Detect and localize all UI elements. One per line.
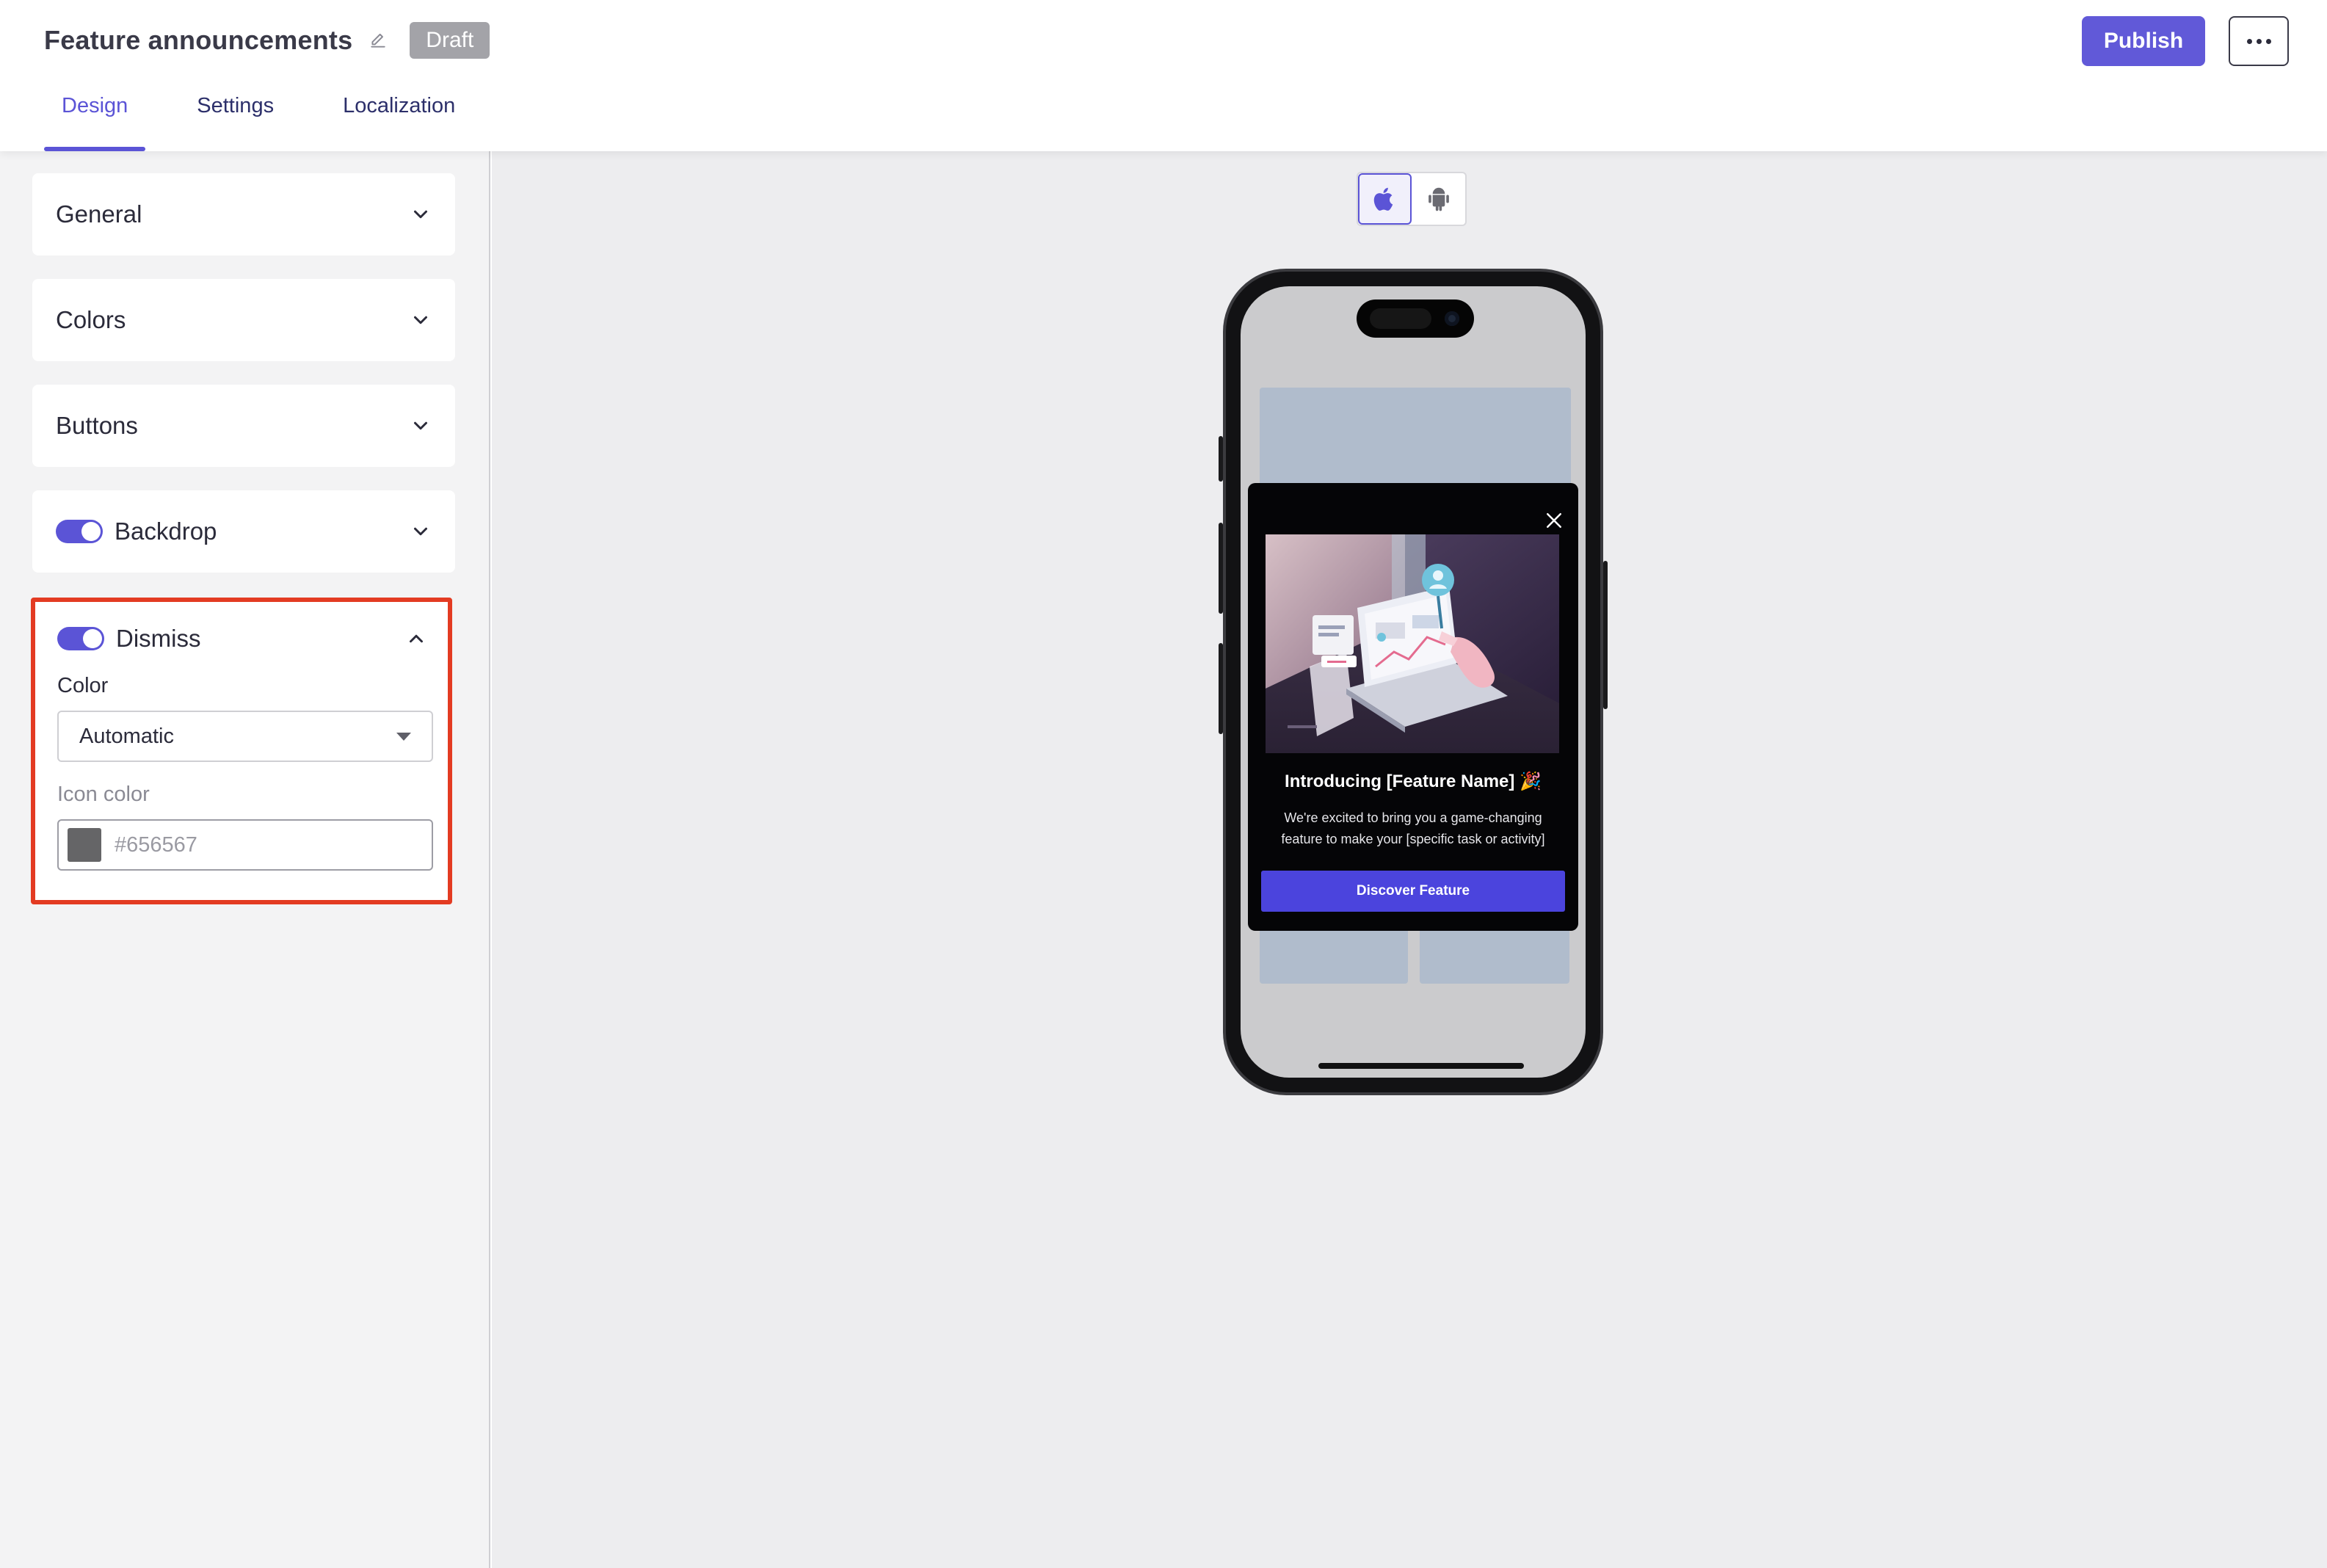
discover-feature-button[interactable]: Discover Feature [1261, 871, 1565, 912]
section-colors: Colors [32, 279, 455, 361]
pencil-icon[interactable] [367, 29, 389, 51]
color-select-value: Automatic [79, 724, 174, 748]
platform-android-button[interactable] [1412, 173, 1465, 225]
tab-bar: Design Settings Localization [44, 87, 507, 151]
placeholder-block [1260, 922, 1408, 984]
chevron-down-icon [414, 421, 427, 430]
top-header: Feature announcements Draft Design Setti… [0, 0, 2327, 151]
modal-body-text: We're excited to bring you a game-changi… [1281, 810, 1545, 846]
section-colors-header[interactable]: Colors [32, 279, 455, 361]
modal-title: Introducing [Feature Name] 🎉 [1285, 772, 1542, 791]
section-colors-label: Colors [56, 306, 126, 333]
feature-illustration [1266, 534, 1559, 753]
section-backdrop: Backdrop [32, 490, 455, 573]
backdrop-toggle[interactable] [56, 520, 103, 543]
more-dot [2256, 38, 2262, 44]
title-row: Feature announcements Draft [44, 22, 490, 59]
chevron-down-icon [414, 316, 427, 324]
section-general-header[interactable]: General [32, 173, 455, 255]
section-backdrop-header[interactable]: Backdrop [32, 490, 455, 573]
chevron-down-icon [414, 210, 427, 219]
android-icon [1428, 187, 1449, 211]
announcement-modal: Introducing [Feature Name] 🎉 We're excit… [1248, 483, 1578, 931]
more-options-button[interactable] [2229, 16, 2289, 66]
phone-side-button [1219, 643, 1223, 734]
section-dismiss-header[interactable]: Dismiss [35, 602, 448, 675]
publish-button[interactable]: Publish [2082, 16, 2205, 66]
section-general-label: General [56, 200, 142, 228]
tab-design[interactable]: Design [44, 87, 146, 151]
placeholder-block [1420, 922, 1569, 984]
more-dot [2265, 38, 2271, 44]
dismiss-toggle[interactable] [57, 627, 104, 650]
section-buttons-header[interactable]: Buttons [32, 385, 455, 467]
color-field-label: Color [57, 674, 109, 697]
dynamic-island [1357, 300, 1474, 338]
tab-localization[interactable]: Localization [325, 87, 473, 151]
section-dismiss-label: Dismiss [116, 625, 201, 652]
tab-settings[interactable]: Settings [179, 87, 291, 151]
chevron-down-icon [414, 527, 427, 536]
section-general: General [32, 173, 455, 255]
section-buttons-label: Buttons [56, 412, 138, 439]
section-dismiss: Dismiss Color Automatic Icon color [31, 598, 452, 904]
phone-side-button [1219, 523, 1223, 614]
status-badge: Draft [410, 22, 490, 59]
caret-down-icon [396, 732, 411, 741]
home-indicator [1318, 1063, 1524, 1069]
section-buttons: Buttons [32, 385, 455, 467]
platform-ios-button[interactable] [1358, 173, 1412, 225]
page-title: Feature announcements [44, 25, 353, 55]
apple-icon [1373, 187, 1393, 211]
design-sidebar: General Colors Buttons Backdrop Dismiss … [0, 151, 490, 1568]
chevron-up-icon [410, 634, 423, 643]
icon-color-input[interactable] [115, 832, 408, 857]
color-select[interactable]: Automatic [57, 711, 433, 762]
close-icon[interactable] [1543, 509, 1565, 531]
platform-switcher [1357, 172, 1467, 226]
section-backdrop-label: Backdrop [115, 518, 217, 545]
icon-color-field-label: Icon color [57, 783, 150, 806]
more-dots-icon [2246, 38, 2252, 44]
icon-color-swatch[interactable] [68, 828, 101, 862]
phone-side-button [1603, 561, 1608, 709]
icon-color-field[interactable] [57, 819, 433, 871]
phone-side-button [1219, 436, 1223, 482]
